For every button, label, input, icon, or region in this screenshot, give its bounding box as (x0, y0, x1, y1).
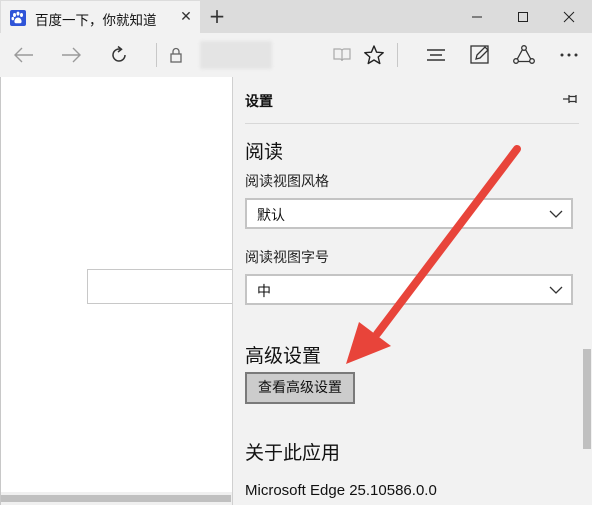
browser-tab[interactable]: 百度一下，你就知道 ✕ (1, 1, 200, 33)
tab-close-icon[interactable]: ✕ (179, 9, 193, 25)
horizontal-scrollbar-thumb[interactable] (1, 495, 231, 502)
reading-style-label: 阅读视图风格 (245, 174, 329, 190)
toolbar-separator (156, 43, 157, 67)
reading-style-dropdown[interactable]: 默认 (245, 198, 573, 229)
chevron-down-icon (549, 286, 563, 294)
close-icon (563, 11, 575, 22)
web-note-icon (470, 45, 489, 64)
more-button[interactable] (555, 33, 583, 77)
minimize-button[interactable] (454, 0, 500, 33)
pin-button[interactable] (560, 89, 582, 109)
settings-panel: 设置 阅读 阅读视图风格 默认 阅读视图字号 中 高级设置 查看高级设置 关于此… (232, 77, 592, 505)
address-bar[interactable] (200, 41, 272, 69)
hub-button[interactable] (423, 33, 449, 77)
about-heading: 关于此应用 (245, 442, 341, 464)
maximize-button[interactable] (500, 0, 546, 33)
share-icon (513, 45, 535, 64)
back-arrow-icon (14, 47, 33, 63)
panel-title: 设置 (245, 94, 273, 110)
more-icon (560, 53, 578, 57)
web-note-button[interactable] (467, 33, 493, 77)
reading-heading: 阅读 (245, 141, 284, 163)
favorites-button[interactable] (361, 33, 387, 77)
pin-icon (563, 95, 577, 103)
settings-header: 设置 (233, 77, 592, 123)
version-text: Microsoft Edge 25.10586.0.0 (245, 482, 437, 499)
hub-icon (427, 49, 445, 61)
title-bar: 百度一下，你就知道 ✕ + (0, 0, 592, 33)
minimize-icon (472, 16, 482, 17)
maximize-icon (518, 11, 528, 22)
refresh-button[interactable] (103, 33, 135, 77)
forward-button[interactable] (55, 33, 87, 77)
window-close-button[interactable] (546, 0, 592, 33)
star-icon (364, 45, 384, 65)
share-button[interactable] (511, 33, 537, 77)
web-page-area (0, 77, 233, 505)
advanced-heading: 高级设置 (245, 345, 322, 367)
tab-title: 百度一下，你就知道 (35, 13, 157, 29)
horizontal-scrollbar[interactable] (1, 492, 233, 505)
view-advanced-settings-button[interactable]: 查看高级设置 (245, 372, 355, 404)
header-divider (245, 123, 581, 124)
panel-scrollbar[interactable] (579, 123, 592, 505)
search-input[interactable] (87, 269, 233, 304)
reading-font-value: 中 (257, 284, 271, 300)
reading-view-button[interactable] (329, 33, 355, 77)
forward-arrow-icon (62, 47, 81, 63)
panel-scrollbar-thumb[interactable] (583, 349, 591, 449)
baidu-paw-icon (10, 10, 26, 26)
back-button[interactable] (8, 33, 40, 77)
reading-font-dropdown[interactable]: 中 (245, 274, 573, 305)
chevron-down-icon (549, 210, 563, 218)
reading-view-icon (333, 48, 351, 62)
browser-toolbar (0, 33, 592, 77)
refresh-icon (112, 45, 126, 62)
new-tab-button[interactable]: + (205, 5, 229, 27)
reading-style-value: 默认 (257, 208, 285, 224)
reading-font-label: 阅读视图字号 (245, 250, 329, 266)
lock-icon[interactable] (166, 33, 186, 77)
toolbar-separator (397, 43, 398, 67)
